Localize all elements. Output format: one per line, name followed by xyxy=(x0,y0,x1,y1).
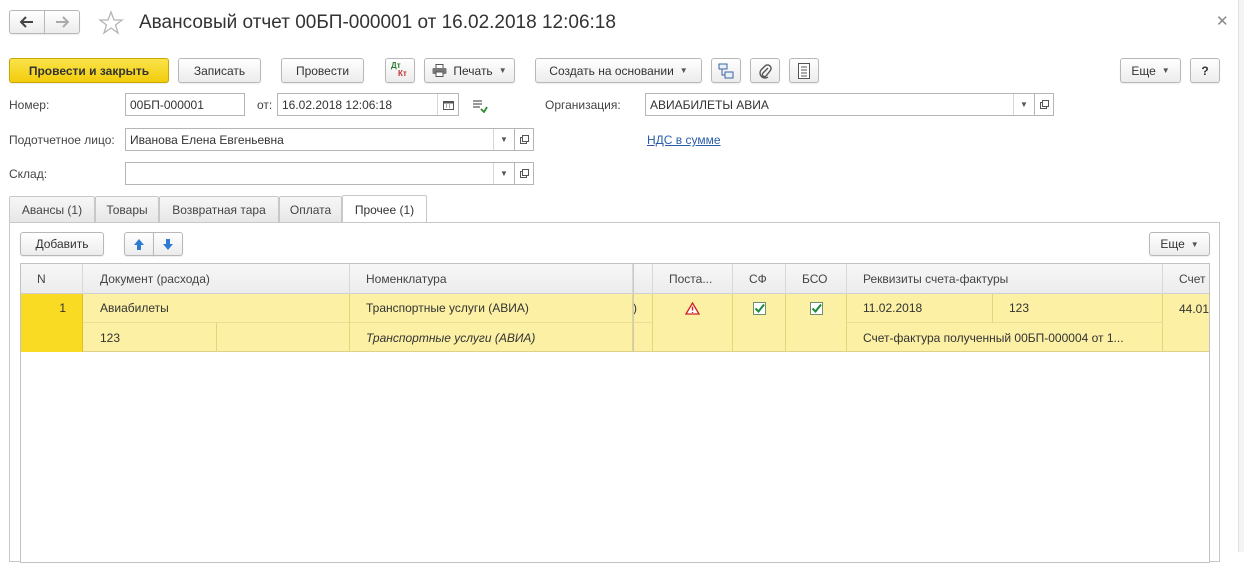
window-title: Авансовый отчет 00БП-000001 от 16.02.201… xyxy=(139,12,616,33)
dt-kt-icon: Дт Кт xyxy=(391,60,407,78)
header-n[interactable]: N xyxy=(21,264,83,294)
dt-kt-button[interactable]: Дт Кт xyxy=(385,58,415,83)
supplier-cell[interactable] xyxy=(653,294,733,323)
header-document[interactable]: Документ (расхода) xyxy=(83,264,350,294)
tab-advances[interactable]: Авансы (1) xyxy=(9,196,95,223)
blank-sub-cell xyxy=(633,323,653,352)
chevron-down-icon: ▼ xyxy=(679,66,688,75)
account-sub-cell xyxy=(1163,323,1209,352)
post-button[interactable]: Провести xyxy=(281,58,364,83)
warehouse-open-button[interactable] xyxy=(514,162,534,185)
table-header: N Документ (расхода) Номенклатура Поста.… xyxy=(21,264,1209,294)
tab-panel: Добавить Еще ▼ N Документ (расхода) Номе… xyxy=(9,222,1220,563)
paperclip-icon xyxy=(759,63,772,79)
account-cell[interactable]: 44.01 xyxy=(1163,294,1209,323)
open-icon xyxy=(519,169,529,178)
date-field[interactable]: 16.02.2018 12:06:18 xyxy=(277,93,459,116)
table-row[interactable]: 1 Авиабилеты Транспортные услуги (АВИА) … xyxy=(21,294,1209,352)
bso-cell[interactable] xyxy=(786,294,847,323)
sf-cell[interactable] xyxy=(733,294,786,323)
arrow-right-icon xyxy=(56,16,69,28)
invoice-number-cell[interactable]: 123 xyxy=(993,294,1163,323)
number-label: Номер: xyxy=(9,98,50,112)
print-button[interactable]: Печать ▼ xyxy=(424,58,515,83)
sf-checkbox[interactable] xyxy=(752,302,766,315)
sf-sub-cell xyxy=(733,323,786,352)
favorite-star-icon[interactable] xyxy=(98,10,124,36)
header-blank xyxy=(633,264,653,294)
open-icon xyxy=(519,135,529,144)
organization-field[interactable]: АВИАБИЛЕТЫ АВИА ▼ xyxy=(645,93,1035,116)
arrow-up-icon xyxy=(134,238,144,250)
invoice-date-cell[interactable]: 11.02.2018 xyxy=(847,294,993,323)
tab-goods[interactable]: Товары xyxy=(95,196,159,223)
header-bso[interactable]: БСО xyxy=(786,264,847,294)
list-icon xyxy=(798,62,810,79)
chevron-down-icon: ▼ xyxy=(1161,66,1170,75)
chevron-down-icon: ▼ xyxy=(498,66,507,75)
bso-checkbox[interactable] xyxy=(809,302,823,315)
calendar-icon[interactable] xyxy=(437,94,458,115)
bso-sub-cell xyxy=(786,323,847,352)
tab-other[interactable]: Прочее (1) xyxy=(342,195,427,224)
warehouse-field[interactable]: ▼ xyxy=(125,162,515,185)
forward-button[interactable] xyxy=(44,10,80,34)
arrow-down-icon xyxy=(163,238,173,250)
document-extra-cell[interactable] xyxy=(217,323,350,352)
add-button[interactable]: Добавить xyxy=(20,232,104,256)
printer-icon xyxy=(432,64,447,77)
person-open-button[interactable] xyxy=(514,128,534,151)
close-icon[interactable]: ✕ xyxy=(1216,12,1229,30)
window-scrollbar[interactable] xyxy=(1238,0,1244,552)
organization-open-button[interactable] xyxy=(1034,93,1054,116)
back-button[interactable] xyxy=(9,10,45,34)
partial-cell[interactable]: ) xyxy=(633,294,653,323)
more-button[interactable]: Еще ▼ xyxy=(1120,58,1181,83)
document-cell[interactable]: Авиабилеты xyxy=(83,294,350,323)
warning-icon xyxy=(685,302,700,315)
row-number-cell[interactable]: 1 xyxy=(21,294,83,352)
tab-payment[interactable]: Оплата xyxy=(279,196,342,223)
organization-label: Организация: xyxy=(545,98,621,112)
move-down-button[interactable] xyxy=(153,232,183,256)
tab-returnable-packaging[interactable]: Возвратная тара xyxy=(159,196,279,223)
move-up-button[interactable] xyxy=(124,232,154,256)
column-divider xyxy=(633,264,634,352)
warehouse-label: Склад: xyxy=(9,167,48,181)
post-and-close-button[interactable]: Провести и закрыть xyxy=(9,58,169,83)
history-icon[interactable] xyxy=(472,99,488,114)
header-sf[interactable]: СФ xyxy=(733,264,786,294)
list-button[interactable] xyxy=(789,58,819,83)
chevron-down-icon[interactable]: ▼ xyxy=(1013,94,1034,115)
chevron-down-icon[interactable]: ▼ xyxy=(493,129,514,150)
invoice-link-cell[interactable]: Счет-фактура полученный 00БП-000004 от 1… xyxy=(847,323,1163,352)
create-based-on-button[interactable]: Создать на основании ▼ xyxy=(535,58,702,83)
header-nomenclature[interactable]: Номенклатура xyxy=(350,264,633,294)
save-button[interactable]: Записать xyxy=(178,58,261,83)
chevron-down-icon: ▼ xyxy=(1190,239,1199,249)
help-button[interactable]: ? xyxy=(1190,58,1220,83)
panel-more-button[interactable]: Еще ▼ xyxy=(1149,232,1210,256)
date-label: от: xyxy=(257,98,273,112)
other-expenses-table: N Документ (расхода) Номенклатура Поста.… xyxy=(20,263,1210,563)
header-supplier[interactable]: Поста... xyxy=(653,264,733,294)
accountable-person-field[interactable]: Иванова Елена Евгеньевна ▼ xyxy=(125,128,515,151)
accountable-person-label: Подотчетное лицо: xyxy=(9,133,115,147)
header-invoice-details[interactable]: Реквизиты счета-фактуры xyxy=(847,264,1163,294)
vat-link[interactable]: НДС в сумме xyxy=(647,133,721,147)
open-icon xyxy=(1039,100,1049,109)
number-field[interactable]: 00БП-000001 xyxy=(125,93,245,116)
document-number-cell[interactable]: 123 xyxy=(83,323,217,352)
structure-button[interactable] xyxy=(711,58,741,83)
attach-button[interactable] xyxy=(750,58,780,83)
supplier-sub-cell xyxy=(653,323,733,352)
nomenclature-cell[interactable]: Транспортные услуги (АВИА) xyxy=(350,294,633,323)
header-account[interactable]: Счет xyxy=(1163,264,1209,294)
chevron-down-icon[interactable]: ▼ xyxy=(493,163,514,184)
nomenclature-sub-cell[interactable]: Транспортные услуги (АВИА) xyxy=(350,323,633,352)
arrow-left-icon xyxy=(20,16,33,28)
structure-icon xyxy=(718,63,734,78)
